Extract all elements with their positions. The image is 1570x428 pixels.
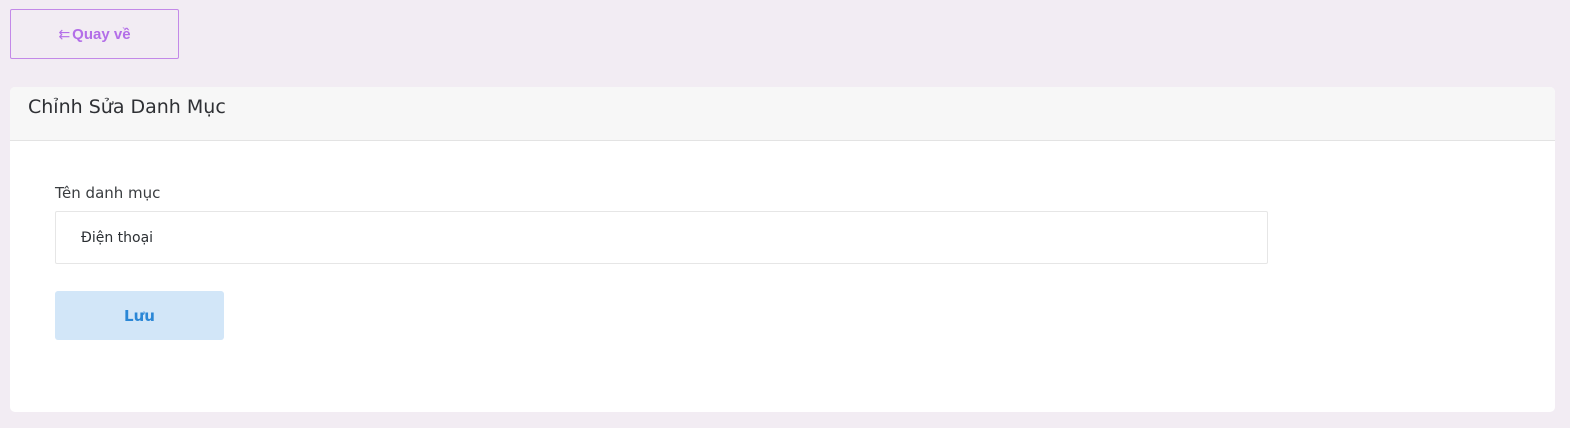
back-button[interactable]: ⇇ Quay về <box>10 9 179 59</box>
category-name-label: Tên danh mục <box>55 184 161 202</box>
back-arrow-icon: ⇇ <box>58 26 71 42</box>
card-header: Chỉnh Sửa Danh Mục <box>10 87 1555 141</box>
back-button-label: Quay về <box>72 25 131 43</box>
save-button[interactable]: Lưu <box>55 291 224 340</box>
category-name-input[interactable] <box>55 211 1268 264</box>
edit-category-card: Chỉnh Sửa Danh Mục Tên danh mục Lưu <box>10 87 1555 412</box>
page-title: Chỉnh Sửa Danh Mục <box>28 96 226 118</box>
